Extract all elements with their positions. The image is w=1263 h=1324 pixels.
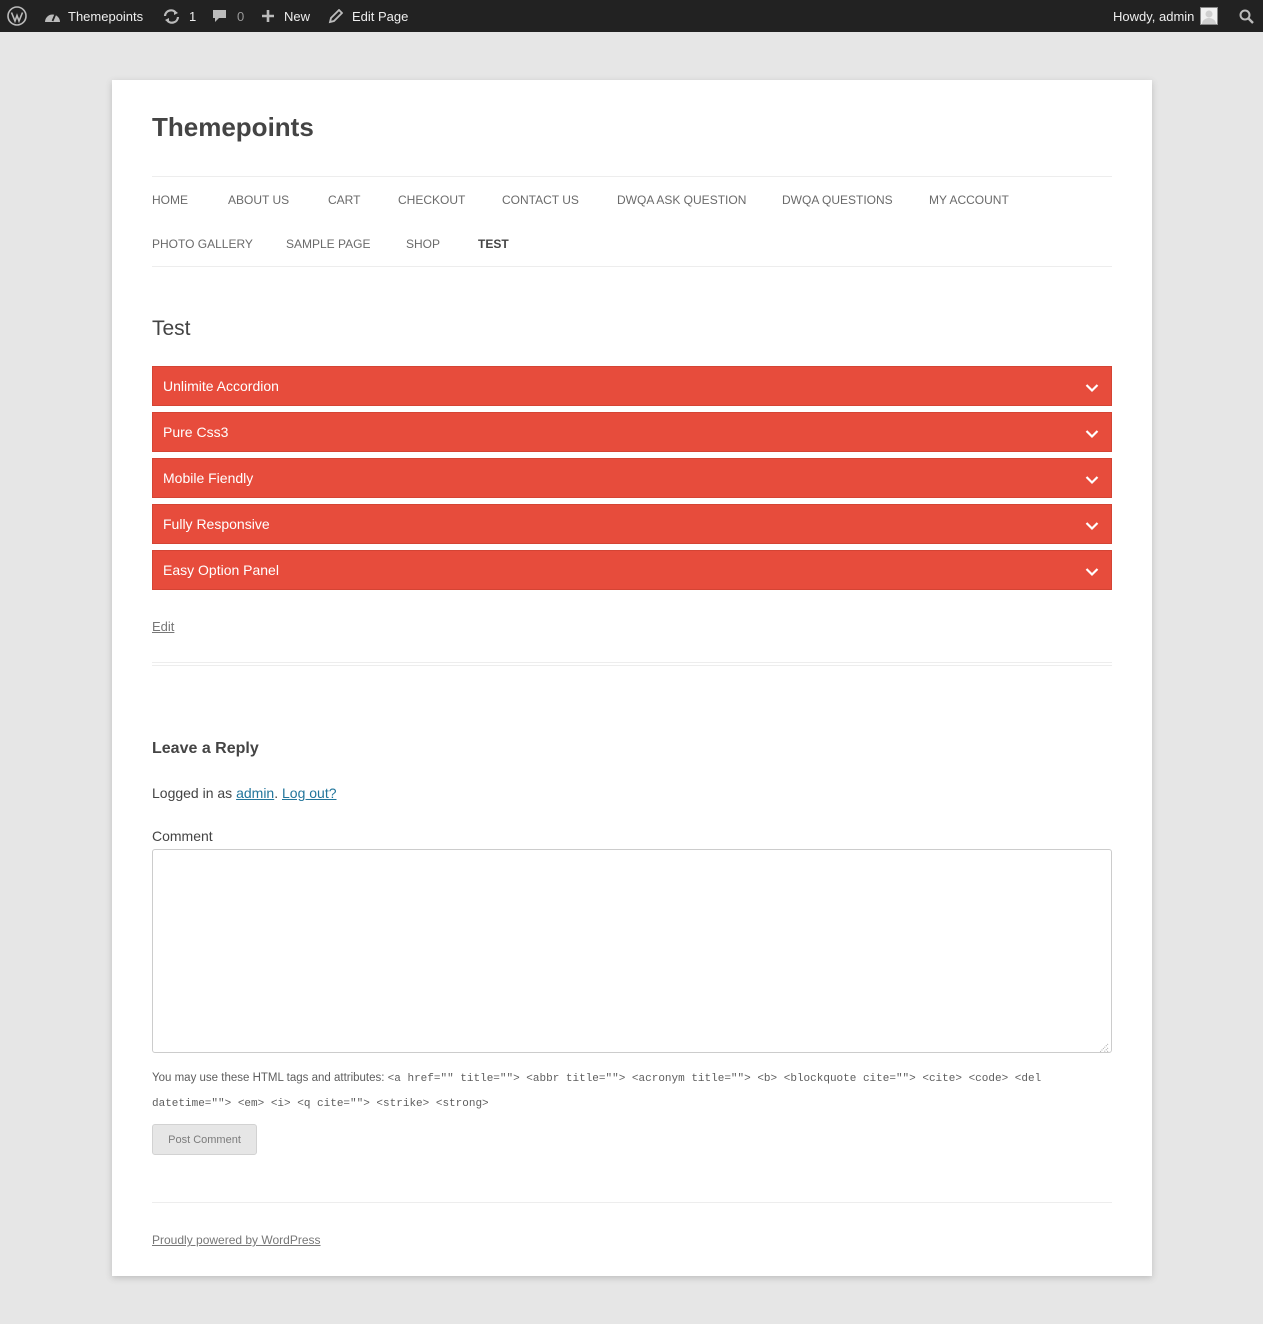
accordion-header-label: Pure Css3 [163,424,229,440]
page-container: Themepoints HOME ABOUT US CART CHECKOUT … [112,80,1152,1276]
footer-rule [152,1202,1112,1203]
nav-item-home[interactable]: HOME [152,193,188,207]
nav-top-rule [152,176,1112,177]
new-label: New [284,8,311,24]
updates-menu[interactable]: 1 [162,0,196,32]
site-title[interactable]: Themepoints [152,112,314,143]
edit-page-label: Edit Page [352,8,409,24]
post-comment-button[interactable]: Post Comment [152,1124,257,1155]
logged-in-as: Logged in as admin. Log out? [152,785,337,801]
accordion-header-label: Mobile Fiendly [163,470,254,486]
accordion-header-label: Fully Responsive [163,516,270,532]
comments-count: 0 [237,8,245,24]
chevron-down-icon [1085,380,1099,396]
accordion-header[interactable]: Fully Responsive [152,504,1112,544]
accordion-header-label: Easy Option Panel [163,562,279,578]
nav-bottom-rule [152,266,1112,267]
wordpress-logo-icon[interactable] [7,0,27,32]
nav-item-photo-gallery[interactable]: PHOTO GALLERY [152,237,253,251]
edit-page-menu[interactable]: Edit Page [328,0,408,32]
comments-menu[interactable]: 0 [212,0,244,32]
dashboard-icon [44,9,61,24]
entry-divider [152,662,1112,666]
accordion-header[interactable]: Unlimite Accordion [152,366,1112,406]
nav-item-contact-us[interactable]: CONTACT US [502,193,579,207]
chevron-down-icon [1085,564,1099,580]
comment-label: Comment [152,828,213,844]
updates-count: 1 [189,8,197,24]
comment-textarea[interactable] [152,849,1112,1053]
accordion-header[interactable]: Mobile Fiendly [152,458,1112,498]
accordion-header-label: Unlimite Accordion [163,378,279,394]
reply-title: Leave a Reply [152,740,259,757]
nav-item-my-account[interactable]: MY ACCOUNT [929,193,1009,207]
accordion-header[interactable]: Pure Css3 [152,412,1112,452]
nav-item-dwqa-questions[interactable]: DWQA QUESTIONS [782,193,893,207]
avatar [1200,7,1219,25]
allowed-tags-intro: You may use these HTML tags and attribut… [152,1072,388,1084]
nav-item-shop[interactable]: SHOP [406,237,440,251]
howdy-label: Howdy, admin [1113,8,1195,24]
comment-bubble-icon [212,9,227,23]
chevron-down-icon [1085,518,1099,534]
pencil-icon [328,8,343,24]
my-account-menu[interactable]: Howdy, admin [1113,0,1219,32]
logged-in-prefix: Logged in as [152,785,237,801]
powered-by-link[interactable]: Proudly powered by WordPress [152,1233,321,1247]
edit-link[interactable]: Edit [152,619,174,634]
updates-icon [162,8,181,24]
logged-in-separator: . [274,785,282,801]
entry-title: Test [152,317,191,340]
admin-bar: Themepoints 1 0 New Edit Page Howdy, adm… [0,0,1263,32]
site-name-label: Themepoints [68,8,144,24]
accordion-header[interactable]: Easy Option Panel [152,550,1112,590]
chevron-down-icon [1085,426,1099,442]
chevron-down-icon [1085,472,1099,488]
nav-item-dwqa-ask-question[interactable]: DWQA ASK QUESTION [617,193,746,207]
resize-handle-icon[interactable] [1099,1040,1109,1058]
nav-item-checkout[interactable]: CHECKOUT [398,193,465,207]
new-content-menu[interactable]: New [261,0,310,32]
nav-item-test[interactable]: TEST [478,237,509,251]
nav-item-sample-page[interactable]: SAMPLE PAGE [286,237,370,251]
allowed-tags-note: You may use these HTML tags and attribut… [152,1066,1112,1116]
site-name-menu[interactable]: Themepoints [44,0,143,32]
nav-item-about-us[interactable]: ABOUT US [228,193,289,207]
search-icon[interactable] [1239,0,1254,32]
plus-icon [261,9,275,23]
profile-link[interactable]: admin [236,785,274,801]
nav-item-cart[interactable]: CART [328,193,360,207]
logout-link[interactable]: Log out? [282,785,337,801]
